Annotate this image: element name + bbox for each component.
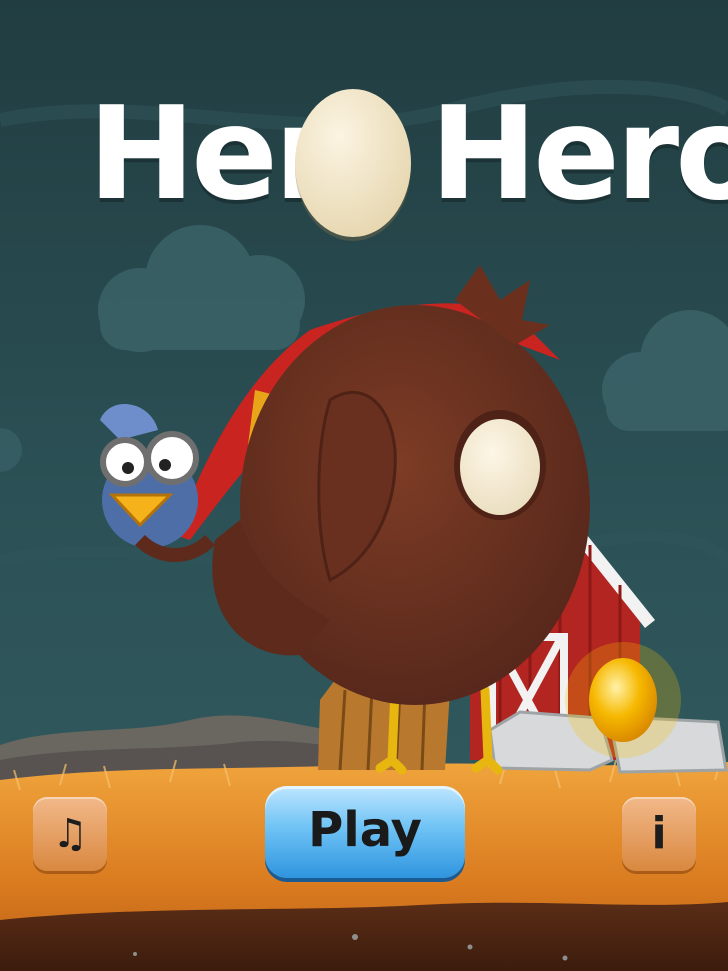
game-screen: Hen Hero ♫ Play i [0, 0, 728, 971]
golden-egg [565, 642, 681, 758]
info-icon: i [651, 808, 667, 859]
title-word-hero: Hero [430, 80, 728, 229]
play-button[interactable]: Play [265, 786, 465, 878]
game-title: Hen Hero [0, 85, 728, 245]
egg-icon [295, 89, 411, 241]
music-note-icon: ♫ [52, 811, 88, 857]
play-button-label: Play [308, 802, 422, 858]
info-button[interactable]: i [622, 797, 696, 871]
music-toggle-button[interactable]: ♫ [33, 797, 107, 871]
hen-body [212, 265, 590, 705]
